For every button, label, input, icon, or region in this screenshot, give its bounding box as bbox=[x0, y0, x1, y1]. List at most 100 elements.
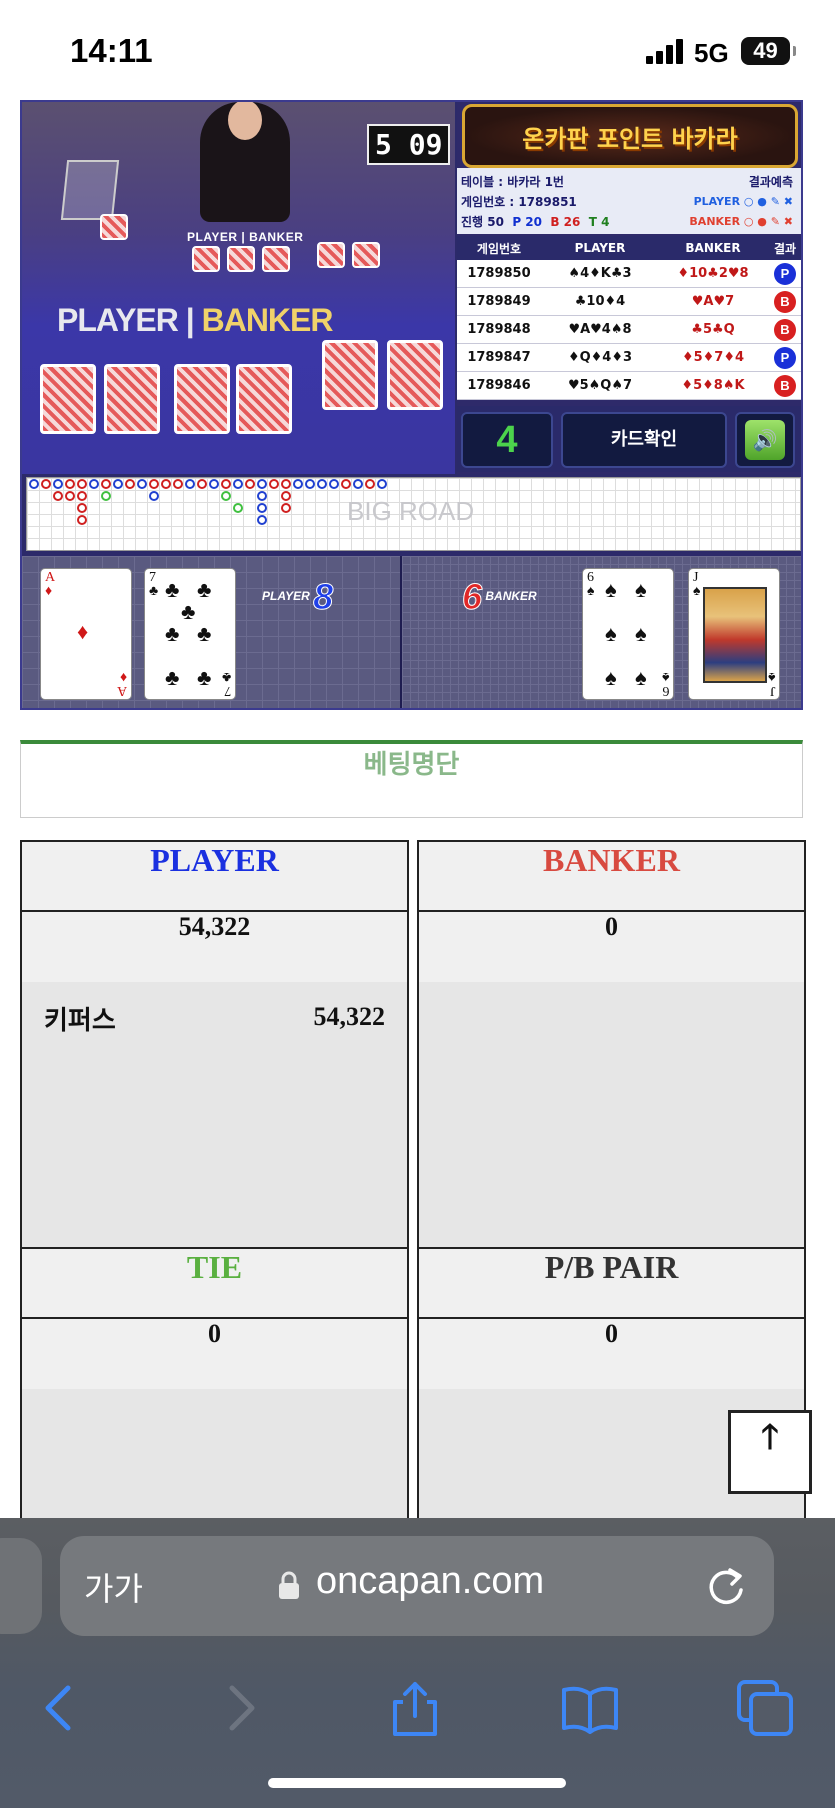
table-card bbox=[387, 340, 443, 410]
road-dot bbox=[89, 479, 99, 489]
road-dot bbox=[77, 503, 87, 513]
road-dot bbox=[293, 479, 303, 489]
table-card bbox=[174, 364, 230, 434]
text-size-button[interactable]: 가가 bbox=[84, 1564, 143, 1610]
pair-bet-title: P/B PAIR bbox=[419, 1249, 804, 1319]
history-row: 1789847 ♦Q♦4♦3 ♦5♦7♦4 P bbox=[457, 344, 801, 372]
table-label-big: PLAYER | BANKER bbox=[57, 302, 333, 338]
history-header: 게임번호 PLAYER BANKER 결과 bbox=[457, 236, 801, 260]
tie-bet-total: 0 bbox=[22, 1319, 407, 1389]
road-dot bbox=[317, 479, 327, 489]
home-indicator bbox=[268, 1778, 566, 1788]
address-bar[interactable]: 가가 oncapan.com bbox=[60, 1536, 774, 1636]
road-dot bbox=[257, 479, 267, 489]
road-dot bbox=[101, 479, 111, 489]
road-dot bbox=[365, 479, 375, 489]
road-dot bbox=[65, 491, 75, 501]
road-dot bbox=[209, 479, 219, 489]
road-dot bbox=[341, 479, 351, 489]
bettor-name: 키퍼스 bbox=[44, 1006, 116, 1036]
road-dot bbox=[233, 479, 243, 489]
road-dot bbox=[185, 479, 195, 489]
banker-wins: B 26 bbox=[550, 215, 581, 229]
predict-banker[interactable]: BANKER ○ ● ✎ ✖ bbox=[689, 212, 793, 232]
table-card bbox=[352, 242, 380, 268]
bet-amount: 54,322 bbox=[313, 1002, 386, 1031]
history-row: 1789850 ♠4♦K♣3 ♦10♣2♥8 P bbox=[457, 260, 801, 288]
forward-icon[interactable] bbox=[210, 1678, 270, 1738]
table-label: 테이블 : 바카라 1번 bbox=[461, 175, 564, 189]
table-card bbox=[262, 246, 290, 272]
banker-card-2: J ♠ J ♠ bbox=[688, 568, 780, 700]
url-domain[interactable]: oncapan.com bbox=[316, 1560, 544, 1603]
history-row: 1789848 ♥A♥4♠8 ♣5♣Q B bbox=[457, 316, 801, 344]
back-icon[interactable] bbox=[30, 1678, 90, 1738]
road-dot bbox=[53, 479, 63, 489]
control-bar: 4 카드확인 🔊 bbox=[457, 406, 801, 472]
dealer-image bbox=[200, 102, 290, 222]
game-number: 게임번호 : 1789851 bbox=[461, 195, 577, 209]
card-check-button[interactable]: 카드확인 bbox=[561, 412, 727, 468]
road-dot bbox=[305, 479, 315, 489]
banker-bet-total: 0 bbox=[419, 912, 804, 982]
road-dot bbox=[233, 503, 243, 513]
road-dot bbox=[65, 479, 75, 489]
bet-entry: 키퍼스 54,322 bbox=[22, 982, 407, 1050]
road-dot bbox=[353, 479, 363, 489]
road-dot bbox=[77, 479, 87, 489]
history-table: 게임번호 PLAYER BANKER 결과 1789850 ♠4♦K♣3 ♦10♣2♥8 P… bbox=[457, 236, 801, 404]
status-bar: 14:11 5G 49 bbox=[0, 0, 835, 100]
road-dot bbox=[221, 491, 231, 501]
road-dot bbox=[137, 479, 147, 489]
sound-icon: 🔊 bbox=[745, 420, 785, 460]
tie-count: T 4 bbox=[588, 215, 610, 229]
table-card bbox=[40, 364, 96, 434]
table-card bbox=[100, 214, 128, 240]
road-dot bbox=[269, 479, 279, 489]
road-dot bbox=[77, 491, 87, 501]
pair-bet-total: 0 bbox=[419, 1319, 804, 1389]
prediction-label: 결과예측 bbox=[748, 175, 793, 189]
road-dot bbox=[257, 491, 267, 501]
table-label-small: PLAYER | BANKER bbox=[187, 230, 304, 244]
table-card bbox=[236, 364, 292, 434]
big-road-label: BIG ROAD bbox=[347, 496, 475, 526]
banker-score: 6 BANKER bbox=[461, 576, 537, 618]
road-dot bbox=[161, 479, 171, 489]
road-dot bbox=[149, 479, 159, 489]
info-panel: 온카판 포인트 바카라 테이블 : 바카라 1번 결과예측 게임번호 : 1789… bbox=[457, 102, 801, 474]
share-icon[interactable] bbox=[385, 1678, 445, 1738]
tie-bet-box: TIE 0 bbox=[20, 1247, 409, 1537]
bookmarks-icon[interactable] bbox=[560, 1678, 620, 1738]
big-road-board: BIG ROAD bbox=[26, 477, 801, 551]
road-dot bbox=[281, 479, 291, 489]
road-dot bbox=[281, 503, 291, 513]
progress-count: 진행 50 bbox=[461, 215, 504, 229]
previous-tab-peek[interactable] bbox=[0, 1538, 42, 1634]
sound-button[interactable]: 🔊 bbox=[735, 412, 795, 468]
player-wins: P 20 bbox=[512, 215, 542, 229]
battery-icon: 49 bbox=[741, 37, 796, 65]
network-type: 5G bbox=[694, 38, 729, 68]
tabs-icon[interactable] bbox=[735, 1678, 795, 1738]
player-bet-title: PLAYER bbox=[22, 842, 407, 912]
road-dot bbox=[149, 491, 159, 501]
road-dot bbox=[329, 479, 339, 489]
betting-list-tab[interactable]: 베팅명단 bbox=[20, 740, 803, 818]
jack-face-image bbox=[703, 587, 767, 683]
browser-nav-bar bbox=[0, 1648, 835, 1758]
road-dot bbox=[257, 503, 267, 513]
history-row: 1789849 ♣10♦4 ♥A♥7 B bbox=[457, 288, 801, 316]
result-strip: A ♦ ♦ A ♦ 7 ♣ ♣ ♣ ♣ ♣ ♣ ♣ ♣ 7 ♣ PLAYER 8 6 B… bbox=[22, 556, 801, 708]
history-row: 1789846 ♥5♠Q♠7 ♦5♦8♠K B bbox=[457, 372, 801, 400]
player-card-1: A ♦ ♦ A ♦ bbox=[40, 568, 132, 700]
lock-icon bbox=[279, 1571, 299, 1599]
scroll-to-top-button[interactable]: 🡑 bbox=[728, 1410, 812, 1494]
reload-icon[interactable] bbox=[702, 1562, 750, 1610]
road-dot bbox=[197, 479, 207, 489]
road-dot bbox=[245, 479, 255, 489]
card-shoe-image bbox=[60, 160, 120, 220]
table-info: 테이블 : 바카라 1번 결과예측 게임번호 : 1789851 PLAYER ○ … bbox=[457, 168, 801, 234]
road-dot bbox=[173, 479, 183, 489]
predict-player[interactable]: PLAYER ○ ● ✎ ✖ bbox=[694, 192, 793, 212]
